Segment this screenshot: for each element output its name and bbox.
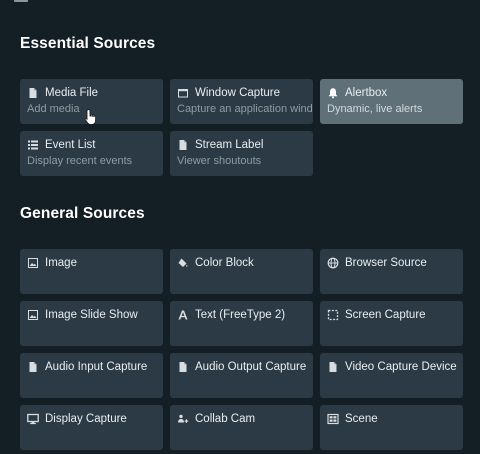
source-name: Browser Source <box>345 257 427 269</box>
source-name: Color Block <box>195 257 254 269</box>
source-tile-scene[interactable]: Scene <box>320 405 463 450</box>
mouse-pointer-icon <box>84 109 97 125</box>
source-tile-event-list[interactable]: Event List Display recent events <box>20 131 163 176</box>
window-icon <box>177 87 189 99</box>
source-tile-display-capture[interactable]: Display Capture <box>20 405 163 450</box>
source-name: Image Slide Show <box>45 309 138 321</box>
dashed-square-icon <box>327 309 339 321</box>
source-name: Collab Cam <box>195 413 256 425</box>
file-icon <box>327 361 339 373</box>
source-description: Capture an application window <box>177 103 313 115</box>
source-description: Dynamic, live alerts <box>327 103 423 115</box>
file-icon <box>177 361 189 373</box>
image-icon <box>27 257 39 269</box>
source-name: Text (FreeType 2) <box>195 309 286 321</box>
text-icon <box>177 309 189 321</box>
list-icon <box>27 139 39 151</box>
image-icon <box>27 309 39 321</box>
source-tile-image[interactable]: Image <box>20 249 163 294</box>
menu-icon[interactable] <box>14 0 28 2</box>
globe-icon <box>327 257 339 269</box>
source-name: Screen Capture <box>345 309 426 321</box>
source-tile-text-freetype-2[interactable]: Text (FreeType 2) <box>170 301 313 346</box>
source-tile-browser-source[interactable]: Browser Source <box>320 249 463 294</box>
source-tile-audio-output-capture[interactable]: Audio Output Capture <box>170 353 313 398</box>
source-name: Audio Output Capture <box>195 361 307 373</box>
source-name: Event List <box>45 139 96 151</box>
source-name: Video Capture Device <box>345 361 457 373</box>
source-tile-screen-capture[interactable]: Screen Capture <box>320 301 463 346</box>
source-name: Window Capture <box>195 87 281 99</box>
file-icon <box>27 87 39 99</box>
monitor-icon <box>27 413 39 425</box>
source-description: Viewer shoutouts <box>177 155 262 167</box>
scene-icon <box>327 413 339 425</box>
file-icon <box>177 139 189 151</box>
general-sources-grid: Image Color Block Browser Source Image S… <box>20 249 463 450</box>
source-name: Media File <box>45 87 99 99</box>
source-name: Stream Label <box>195 139 264 151</box>
source-description: Display recent events <box>27 155 133 167</box>
collab-icon <box>177 413 189 425</box>
bell-icon <box>327 87 339 99</box>
file-icon <box>27 361 39 373</box>
source-tile-image-slide-show[interactable]: Image Slide Show <box>20 301 163 346</box>
paint-bucket-icon <box>177 257 189 269</box>
source-name: Audio Input Capture <box>45 361 148 373</box>
source-tile-window-capture[interactable]: Window Capture Capture an application wi… <box>170 79 313 124</box>
source-name: Image <box>45 257 77 269</box>
section-title-essential-sources: Essential Sources <box>20 35 156 52</box>
source-tile-video-capture-device[interactable]: Video Capture Device <box>320 353 463 398</box>
section-title-general-sources: General Sources <box>20 205 145 222</box>
source-tile-color-block[interactable]: Color Block <box>170 249 313 294</box>
source-tile-collab-cam[interactable]: Collab Cam <box>170 405 313 450</box>
source-tile-audio-input-capture[interactable]: Audio Input Capture <box>20 353 163 398</box>
source-tile-stream-label[interactable]: Stream Label Viewer shoutouts <box>170 131 313 176</box>
essential-sources-grid: Media File Add media Window Capture Capt… <box>20 79 463 176</box>
source-name: Alertbox <box>345 87 388 99</box>
source-tile-alertbox[interactable]: Alertbox Dynamic, live alerts <box>320 79 463 124</box>
source-name: Display Capture <box>45 413 127 425</box>
source-name: Scene <box>345 413 378 425</box>
